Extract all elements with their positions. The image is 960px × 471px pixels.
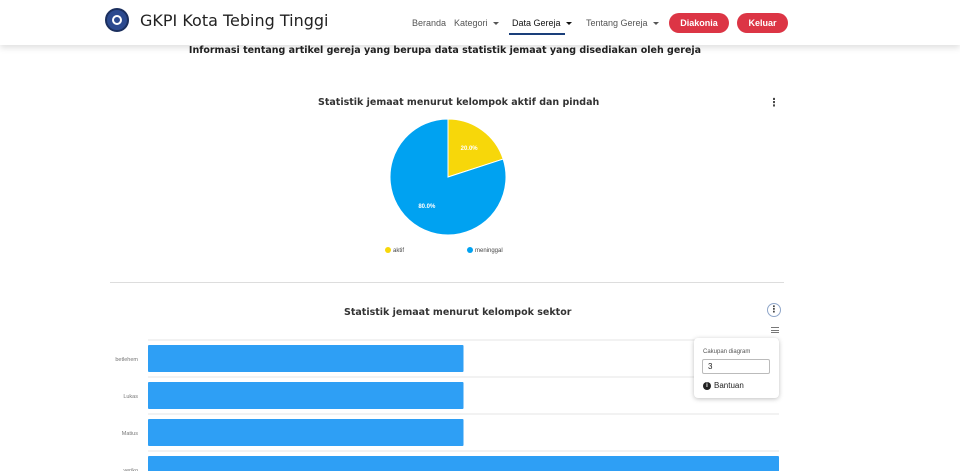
- diakonia-button[interactable]: Diakonia: [669, 13, 729, 33]
- nav-data-gereja[interactable]: Data Gereja: [512, 18, 572, 28]
- bar-matius[interactable]: [148, 419, 464, 446]
- brand-title[interactable]: GKPI Kota Tebing Tinggi: [140, 11, 329, 30]
- bar-lukas[interactable]: [148, 382, 464, 409]
- legend-label-aktif[interactable]: aktif: [393, 248, 404, 254]
- pie-chart: 20.0% 80.0% aktif meninggal: [385, 118, 507, 254]
- nav-kategori[interactable]: Kategori: [454, 18, 499, 28]
- chart-scope-label: Cakupan diagram: [703, 349, 751, 355]
- chevron-down-icon: [652, 22, 659, 26]
- info-icon: i: [703, 381, 711, 390]
- church-logo-icon[interactable]: [105, 8, 129, 32]
- help-label: Bantuan: [714, 381, 744, 390]
- chart-scope-input[interactable]: 3: [702, 359, 770, 374]
- top-navbar: GKPI Kota Tebing Tinggi Beranda Kategori…: [0, 0, 960, 45]
- keluar-button[interactable]: Keluar: [737, 13, 788, 33]
- nav-tentang-gereja-label: Tentang Gereja: [586, 18, 648, 28]
- page-subtitle: Informasi tentang artikel gereja yang be…: [188, 45, 702, 56]
- pie-chart-menu-icon[interactable]: ⋮: [767, 96, 781, 110]
- nav-kategori-label: Kategori: [454, 18, 488, 28]
- help-link[interactable]: i Bantuan: [703, 381, 744, 390]
- pie-chart-title: Statistik jemaat menurut kelompok aktif …: [318, 97, 600, 108]
- bar-chart-menu-icon[interactable]: ⋮: [767, 303, 781, 317]
- bar-category-label: Lukas: [123, 394, 138, 400]
- bar-chart-title: Statistik jemaat menurut kelompok sektor: [344, 307, 572, 318]
- bar-yeriko[interactable]: [148, 456, 779, 471]
- legend-label-meninggal[interactable]: meninggal: [475, 248, 503, 254]
- chevron-down-icon: [565, 22, 572, 26]
- bar-chart: betlehemLukasMatiusyeriko: [115, 339, 779, 471]
- legend-marker[interactable]: [467, 247, 473, 253]
- bar-betlehem[interactable]: [148, 345, 464, 372]
- nav-beranda[interactable]: Beranda: [412, 18, 446, 28]
- bar-category-label: betlehem: [115, 357, 138, 363]
- bar-category-label: Matius: [122, 431, 138, 437]
- pie-data-label: 20.0%: [461, 146, 479, 152]
- active-nav-underline: [509, 33, 565, 35]
- hamburger-icon[interactable]: [771, 327, 779, 333]
- chevron-down-icon: [492, 22, 499, 26]
- pie-data-label: 80.0%: [418, 204, 436, 210]
- section-divider: [110, 282, 784, 283]
- nav-data-gereja-label: Data Gereja: [512, 18, 561, 28]
- nav-tentang-gereja[interactable]: Tentang Gereja: [586, 18, 659, 28]
- legend-marker[interactable]: [385, 247, 391, 253]
- chart-scope-popup: Cakupan diagram 3 i Bantuan: [694, 338, 779, 398]
